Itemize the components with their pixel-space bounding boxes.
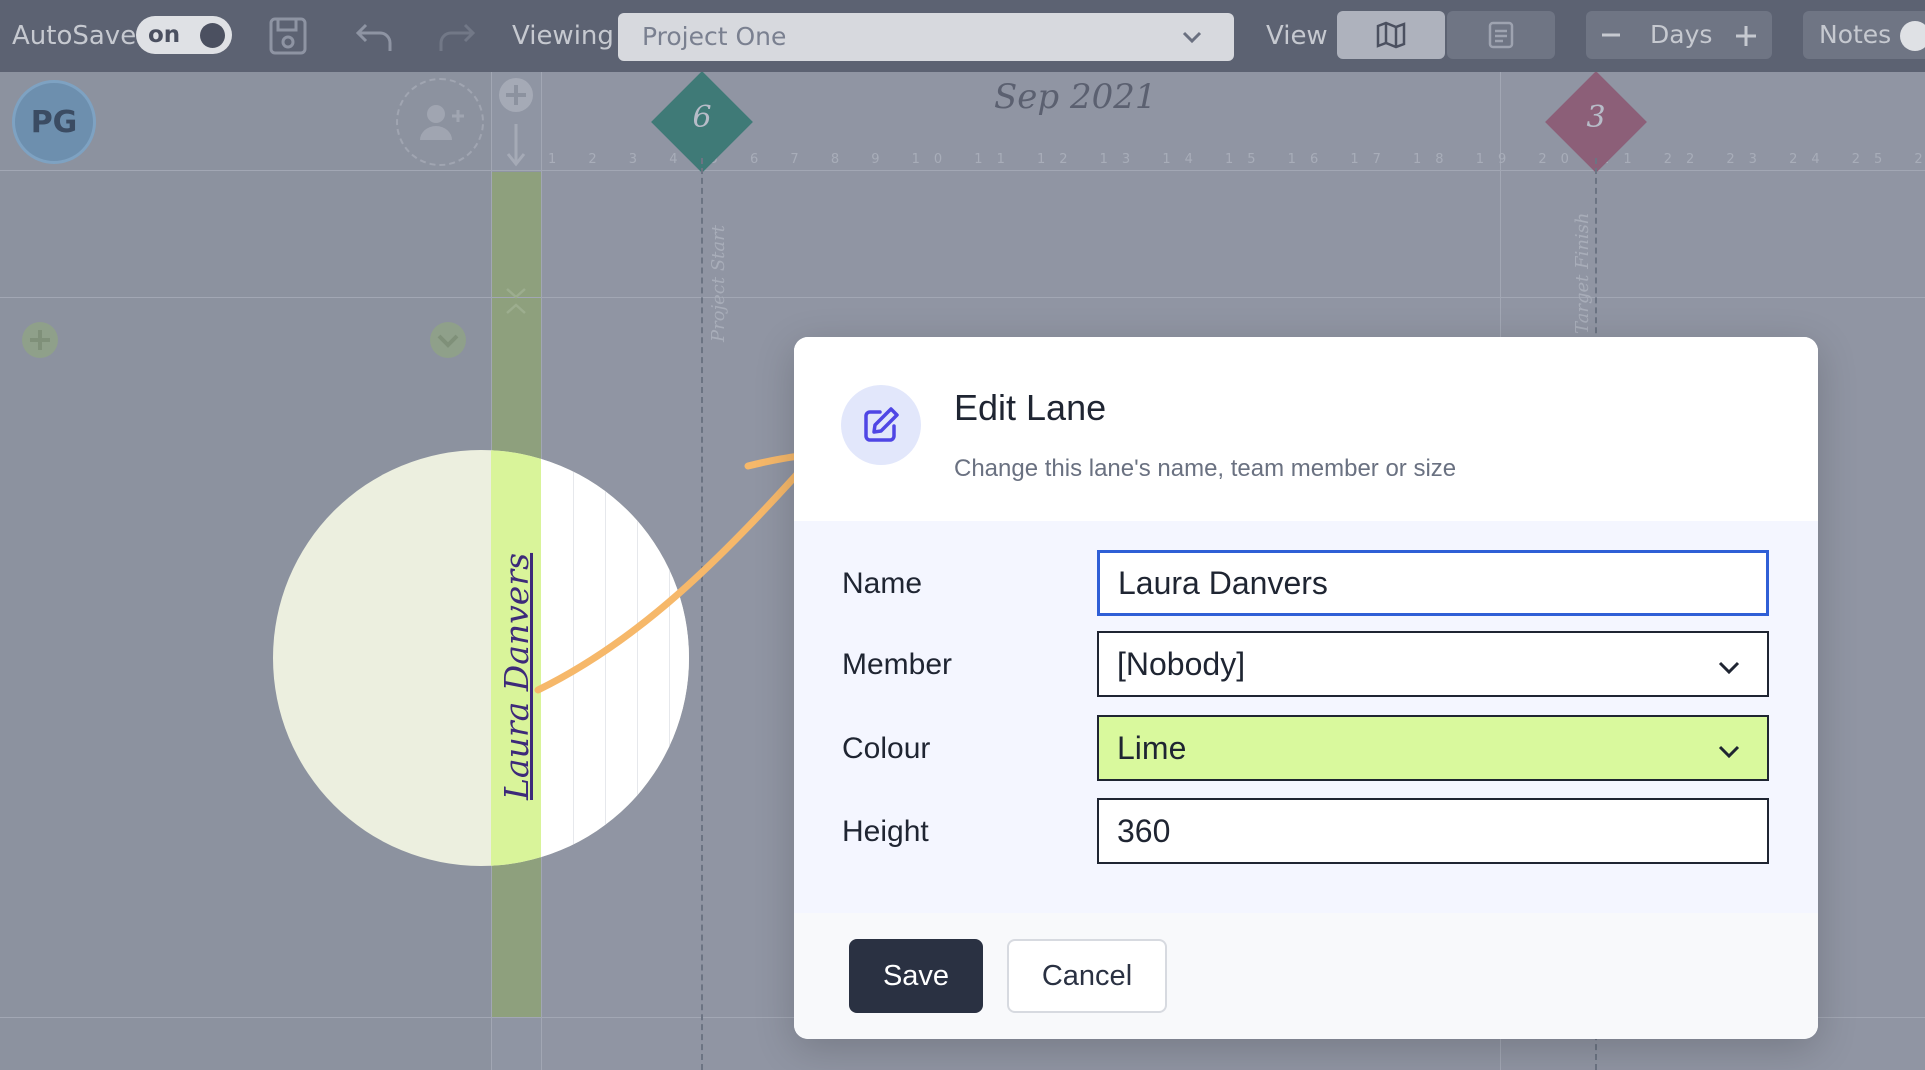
dialog-title: Edit Lane	[954, 387, 1107, 428]
height-input[interactable]: 360	[1097, 798, 1769, 864]
avatar[interactable]: PG	[12, 80, 96, 164]
add-lane-icon[interactable]	[497, 76, 535, 114]
zoom-gridline	[637, 450, 638, 866]
map-view-button[interactable]	[1337, 11, 1445, 59]
map-icon	[1376, 21, 1406, 49]
minus-icon[interactable]	[1600, 24, 1622, 46]
zoom-gridline	[573, 450, 574, 866]
save-icon[interactable]	[265, 13, 311, 59]
colour-select[interactable]: Lime	[1097, 715, 1769, 781]
lane-divider	[0, 297, 1925, 298]
dialog-header: Edit Lane Change this lane's name, team …	[794, 337, 1818, 521]
save-button[interactable]: Save	[849, 939, 983, 1013]
edit-lane-dialog: Edit Lane Change this lane's name, team …	[794, 337, 1818, 1039]
plus-icon[interactable]	[1734, 24, 1758, 48]
autosave-label: AutoSave	[12, 21, 137, 51]
name-input[interactable]: Laura Danvers	[1097, 550, 1769, 616]
top-toolbar: AutoSave on Viewing Project One View Day…	[0, 0, 1925, 72]
days-label: Days	[1650, 20, 1713, 49]
redo-icon[interactable]	[433, 13, 479, 59]
document-icon	[1488, 21, 1514, 49]
arrow-down-icon[interactable]	[504, 122, 528, 168]
height-input-value: 360	[1117, 812, 1171, 849]
colour-label: Colour	[842, 732, 931, 765]
zoom-gridline	[669, 450, 670, 866]
dialog-icon-badge	[841, 385, 921, 465]
milestone-number: 3	[1586, 100, 1606, 135]
days-zoom-control: Days	[1586, 11, 1772, 59]
lane-resize-handle-icon[interactable]	[503, 267, 529, 327]
add-member-button[interactable]	[396, 78, 484, 166]
milestone-line	[701, 158, 703, 1070]
member-select[interactable]: [Nobody]	[1097, 631, 1769, 697]
zoom-gridline	[605, 450, 606, 866]
notes-toggle-knob	[1900, 21, 1925, 51]
add-user-icon	[420, 105, 464, 140]
name-input-value: Laura Danvers	[1118, 564, 1328, 601]
member-label: Member	[842, 648, 953, 681]
notes-toggle[interactable]: Notes	[1803, 11, 1925, 59]
zoom-magnifier	[273, 450, 689, 866]
dialog-subtitle: Change this lane's name, team member or …	[954, 455, 1457, 482]
milestone-number: 6	[692, 100, 712, 135]
notes-label: Notes	[1819, 20, 1892, 49]
chevron-down-icon	[1718, 745, 1740, 759]
undo-icon[interactable]	[352, 13, 398, 59]
colour-select-value: Lime	[1117, 729, 1187, 766]
autosave-toggle[interactable]: on	[136, 16, 232, 54]
zoom-lane-name: Laura Danvers	[497, 552, 536, 800]
project-select-value: Project One	[642, 22, 787, 51]
edit-icon	[864, 407, 899, 442]
chevron-down-icon	[1182, 31, 1202, 44]
viewing-label: Viewing	[512, 21, 614, 51]
milestone-label: Target Finish	[1572, 212, 1593, 335]
chevron-down-icon	[1718, 661, 1740, 675]
list-view-button[interactable]	[1447, 11, 1555, 59]
project-select[interactable]: Project One	[618, 13, 1234, 61]
member-select-value: [Nobody]	[1117, 645, 1246, 682]
month-label: Sep 2021	[994, 77, 1157, 117]
height-label: Height	[842, 815, 929, 848]
toggle-knob	[200, 23, 225, 48]
dialog-form: Name Laura Danvers Member [Nobody] Colou…	[794, 521, 1818, 913]
day-ticks: 1 2 3 4 5 6 7 8 9 10 11 12 13 14 15 16 1…	[548, 152, 1925, 167]
collapse-lane-icon[interactable]	[428, 320, 468, 360]
milestone-label: Project Start	[708, 225, 729, 342]
add-item-icon[interactable]	[20, 320, 60, 360]
view-label: View	[1266, 21, 1328, 51]
autosave-state: on	[148, 22, 181, 48]
zoom-timeline	[541, 450, 689, 866]
name-label: Name	[842, 567, 923, 600]
cancel-button[interactable]: Cancel	[1007, 939, 1167, 1013]
